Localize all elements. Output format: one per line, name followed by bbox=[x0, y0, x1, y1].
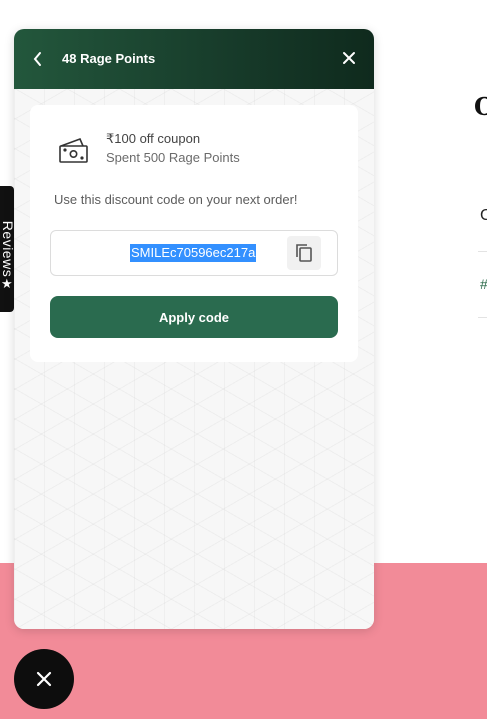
discount-code-field[interactable]: SMILEc70596ec217a bbox=[50, 230, 338, 276]
background-text-fragment: # bbox=[480, 276, 487, 292]
background-divider bbox=[478, 251, 487, 252]
coupon-card: ₹100 off coupon Spent 500 Rage Points Us… bbox=[30, 105, 358, 362]
panel-header: 48 Rage Points bbox=[14, 29, 374, 89]
background-divider bbox=[478, 317, 487, 318]
widget-launcher-button[interactable] bbox=[14, 649, 74, 709]
panel-title: 48 Rage Points bbox=[62, 51, 156, 66]
coupon-instruction: Use this discount code on your next orde… bbox=[54, 192, 298, 207]
coupon-subtitle: Spent 500 Rage Points bbox=[106, 150, 240, 165]
close-icon bbox=[36, 671, 52, 687]
background-heading-fragment: O bbox=[474, 92, 487, 121]
copy-code-button[interactable] bbox=[287, 236, 321, 270]
coupon-title: ₹100 off coupon bbox=[106, 131, 201, 146]
chevron-left-icon[interactable] bbox=[30, 49, 44, 69]
close-icon[interactable] bbox=[342, 51, 356, 65]
star-icon: ★ bbox=[1, 276, 13, 291]
rewards-panel: 48 Rage Points ₹100 off coupon Spent 500… bbox=[14, 29, 374, 629]
reviews-side-tab[interactable]: Reviews ★ bbox=[0, 186, 16, 312]
background-text-fragment: C bbox=[480, 207, 487, 224]
copy-icon bbox=[296, 244, 312, 262]
panel-background: ₹100 off coupon Spent 500 Rage Points Us… bbox=[14, 89, 374, 629]
apply-code-button[interactable]: Apply code bbox=[50, 296, 338, 338]
discount-code-text[interactable]: SMILEc70596ec217a bbox=[130, 244, 257, 262]
cash-icon bbox=[59, 137, 88, 163]
